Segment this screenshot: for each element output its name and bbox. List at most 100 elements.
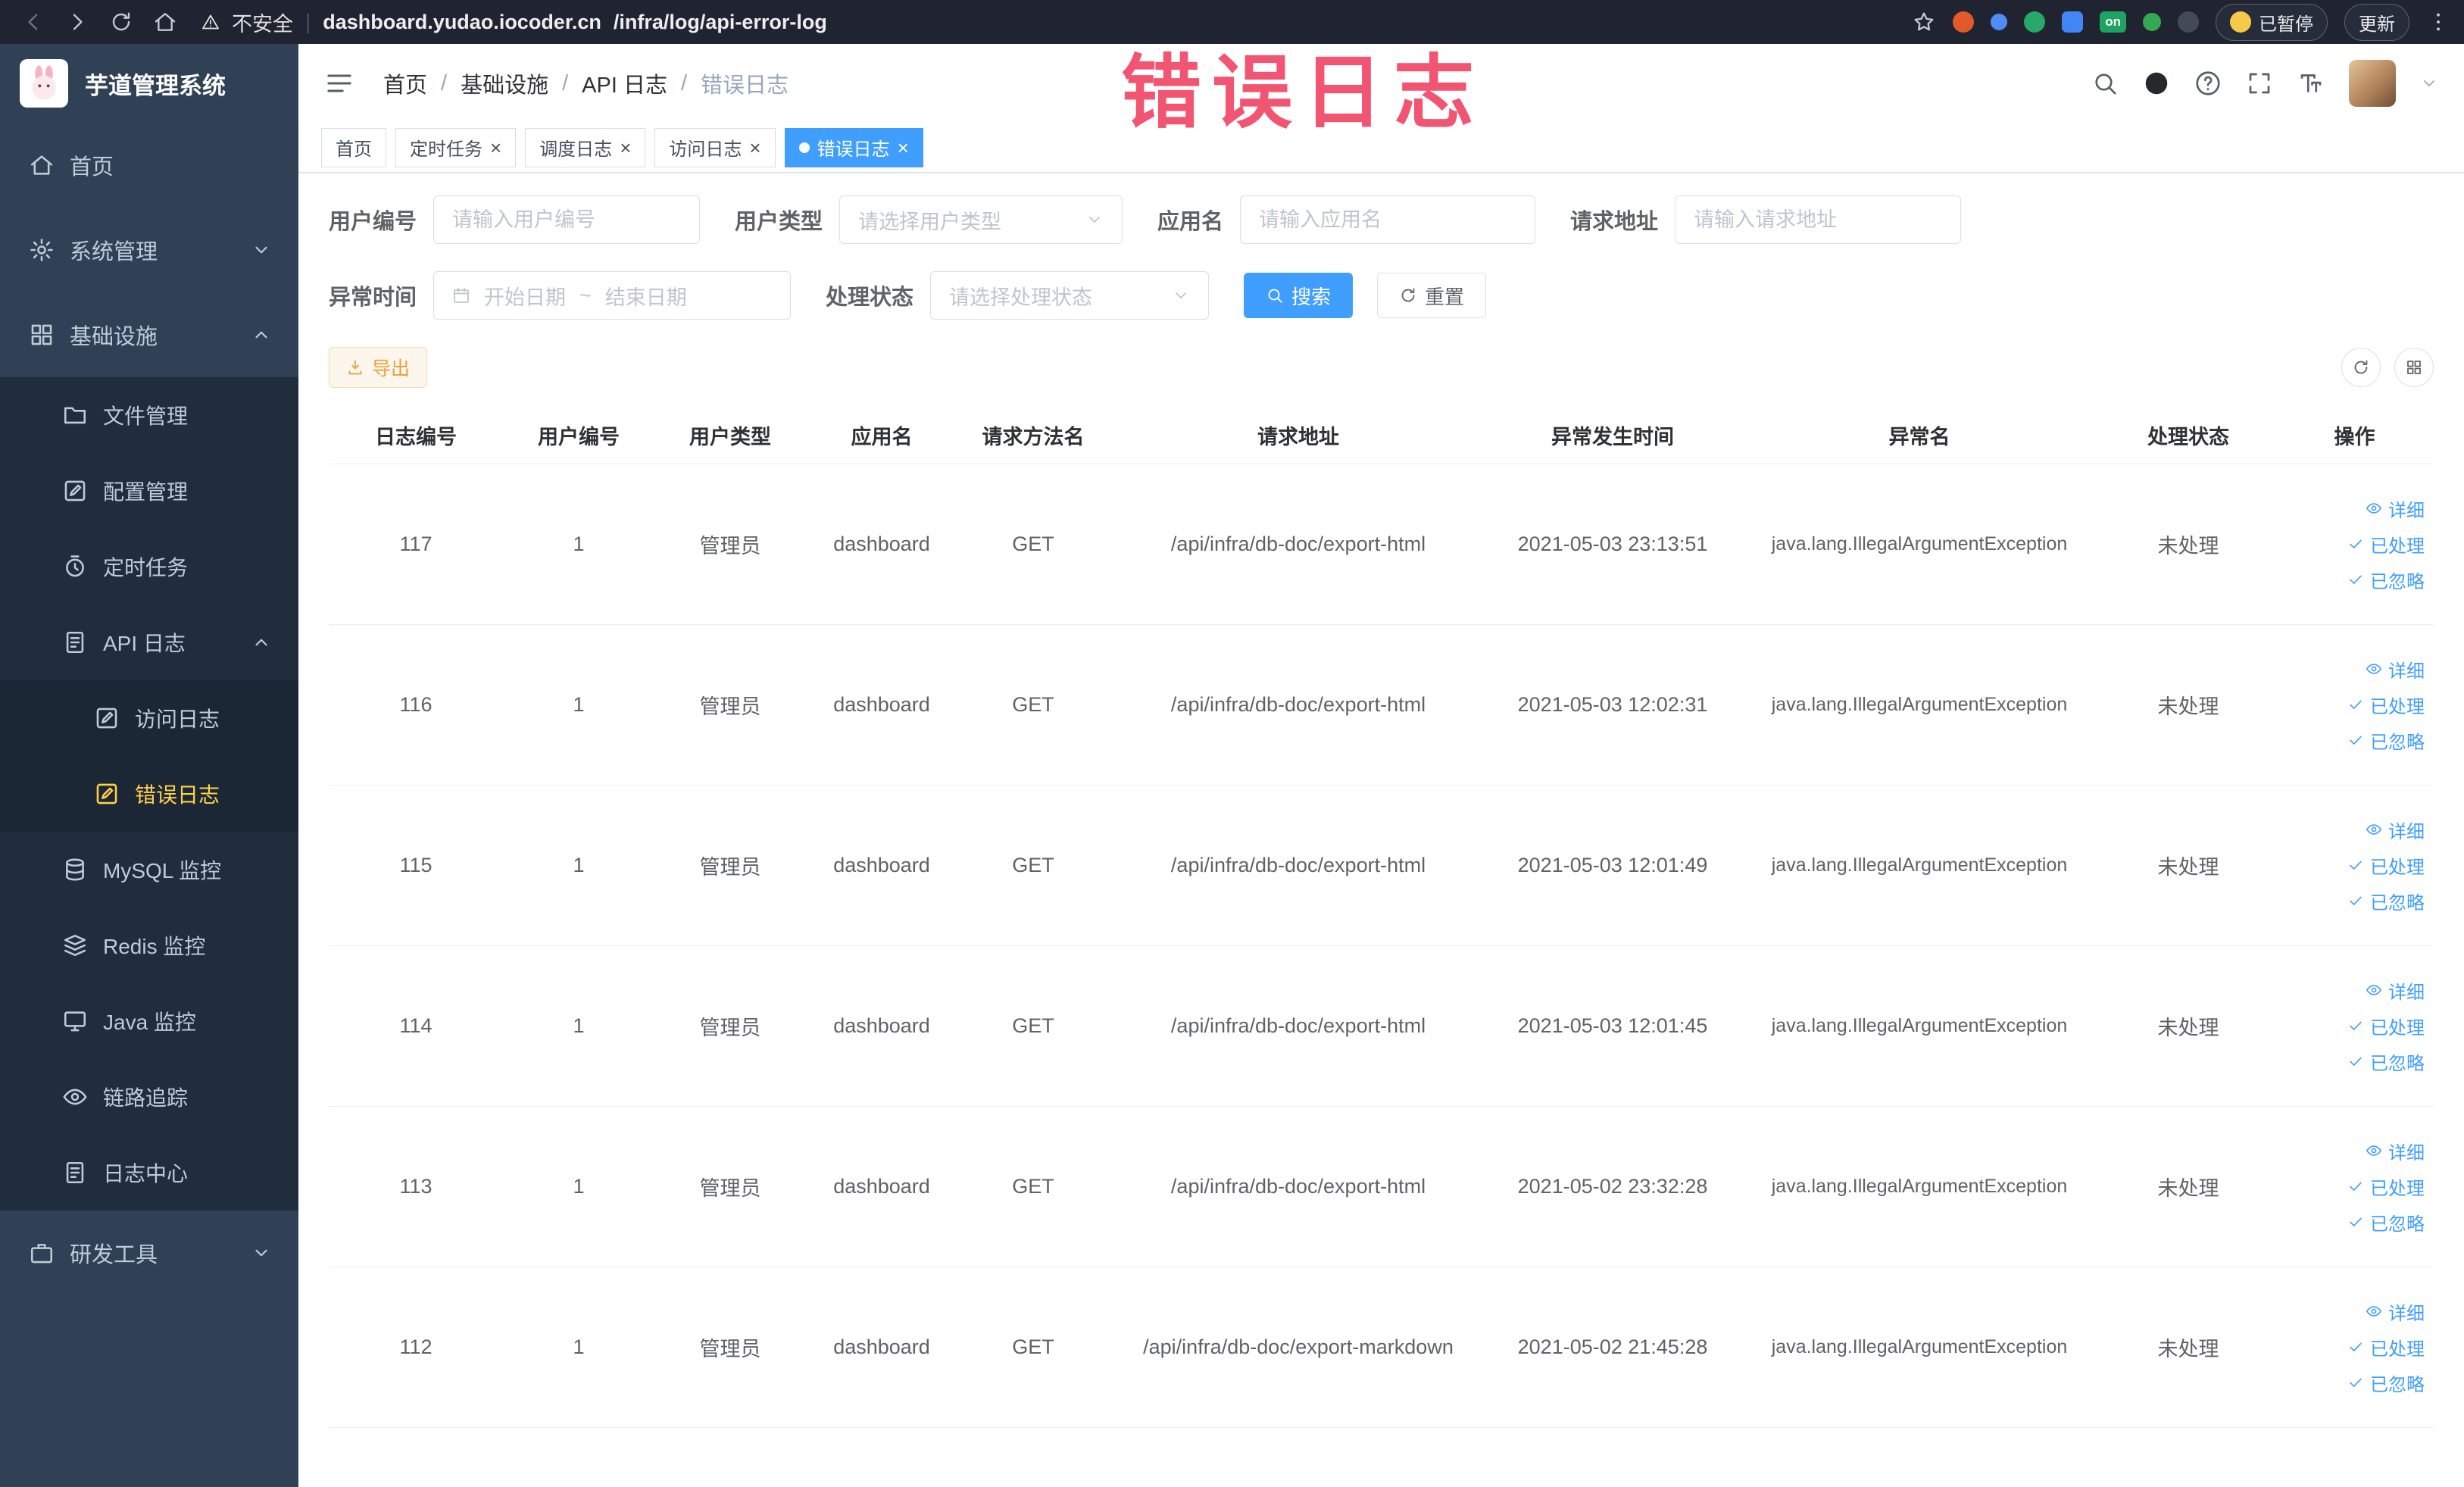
export-label: 导出 xyxy=(372,358,411,380)
help-icon[interactable] xyxy=(2194,70,2222,97)
action-ignored[interactable]: 已忽略 xyxy=(2347,727,2425,754)
start-date-placeholder: 开始日期 xyxy=(484,286,567,309)
edit-icon xyxy=(62,478,88,504)
action-processed[interactable]: 已处理 xyxy=(2347,692,2425,718)
sidebar-item-label: 研发工具 xyxy=(70,1243,158,1267)
extension-icon[interactable] xyxy=(2143,13,2161,31)
edit-icon xyxy=(94,705,120,731)
sidebar-item-trace[interactable]: 链路追踪 xyxy=(0,1059,298,1135)
column-header: 请求方法名 xyxy=(957,408,1109,464)
browser-back-button[interactable] xyxy=(14,5,53,39)
sidebar-item-java[interactable]: Java 监控 xyxy=(0,983,298,1059)
bookmark-star-icon[interactable] xyxy=(1912,10,1936,34)
tab-error-log[interactable]: 错误日志 × xyxy=(784,127,923,167)
sidebar-item-infra[interactable]: 基础设施 xyxy=(0,292,298,377)
tab-close-icon[interactable]: × xyxy=(620,138,631,158)
export-button[interactable]: 导出 xyxy=(329,347,428,388)
action-processed[interactable]: 已处理 xyxy=(2347,531,2425,558)
tab-schedule-log[interactable]: 调度日志 × xyxy=(525,127,646,167)
sidebar-item-api-log[interactable]: API 日志 xyxy=(0,604,298,680)
address-bar[interactable]: 不安全 | dashboard.yudao.iocoder.cn/infra/l… xyxy=(201,8,827,37)
action-ignored[interactable]: 已忽略 xyxy=(2347,1209,2425,1236)
font-size-icon[interactable] xyxy=(2297,70,2325,97)
action-processed[interactable]: 已处理 xyxy=(2347,852,2425,879)
browser-reload-button[interactable] xyxy=(101,5,141,39)
breadcrumb-item[interactable]: 基础设施 xyxy=(461,67,548,99)
refresh-icon xyxy=(1399,286,1417,305)
tab-access-log[interactable]: 访问日志 × xyxy=(654,127,776,167)
extension-on-badge[interactable]: on xyxy=(2100,11,2126,33)
extension-icon[interactable] xyxy=(1991,14,2008,30)
github-icon[interactable] xyxy=(2143,70,2170,97)
sidebar-item-devtools[interactable]: 研发工具 xyxy=(0,1211,298,1295)
hamburger-icon[interactable] xyxy=(324,68,354,98)
sidebar-item-redis[interactable]: Redis 监控 xyxy=(0,908,298,983)
extension-icon[interactable] xyxy=(1953,11,1975,33)
process-status-select[interactable]: 请选择处理状态 xyxy=(930,271,1210,320)
sidebar-item-label: 基础设施 xyxy=(70,325,158,349)
tab-home[interactable]: 首页 xyxy=(321,127,386,167)
reset-button[interactable]: 重置 xyxy=(1377,273,1487,318)
browser-forward-button[interactable] xyxy=(58,5,97,39)
tab-close-icon[interactable]: × xyxy=(898,138,909,158)
browser-home-button[interactable] xyxy=(145,5,185,39)
search-icon[interactable] xyxy=(2091,70,2119,97)
column-header: 请求地址 xyxy=(1109,408,1488,464)
sidebar-item-config[interactable]: 配置管理 xyxy=(0,453,298,529)
column-settings-button[interactable] xyxy=(2394,348,2434,387)
sidebar-item-label: API 日志 xyxy=(103,632,186,655)
action-ignored[interactable]: 已忽略 xyxy=(2347,567,2425,593)
action-detail[interactable]: 详细 xyxy=(2366,495,2425,522)
action-detail[interactable]: 详细 xyxy=(2366,656,2425,683)
action-detail[interactable]: 详细 xyxy=(2366,817,2425,843)
breadcrumb-item: 错误日志 xyxy=(701,73,789,98)
extension-icon[interactable] xyxy=(2178,11,2199,33)
action-detail[interactable]: 详细 xyxy=(2366,1298,2425,1325)
caret-down-icon[interactable] xyxy=(2420,74,2438,92)
sidebar-item-error-log[interactable]: 错误日志 xyxy=(0,756,298,832)
sidebar-item-system[interactable]: 系统管理 xyxy=(0,208,298,292)
breadcrumb-item[interactable]: API 日志 xyxy=(582,67,667,99)
sidebar-item-file[interactable]: 文件管理 xyxy=(0,377,298,453)
sidebar-item-job[interactable]: 定时任务 xyxy=(0,529,298,604)
sidebar-item-access-log[interactable]: 访问日志 xyxy=(0,680,298,756)
sidebar-item-log-center[interactable]: 日志中心 xyxy=(0,1135,298,1211)
browser-menu-icon[interactable] xyxy=(2426,10,2450,34)
app-name-input[interactable] xyxy=(1240,195,1536,244)
logo-row[interactable]: 芋道管理系统 xyxy=(0,44,298,123)
user-id-input[interactable] xyxy=(433,195,701,244)
doc-icon xyxy=(62,1160,88,1186)
sidebar-item-home[interactable]: 首页 xyxy=(0,123,298,208)
gear-icon xyxy=(29,237,55,263)
paused-chip[interactable]: 已暂停 xyxy=(2216,3,2328,41)
action-detail[interactable]: 详细 xyxy=(2366,977,2425,1004)
date-range-picker[interactable]: 开始日期 ~ 结束日期 xyxy=(433,271,792,320)
update-chip[interactable]: 更新 xyxy=(2344,3,2409,41)
tab-scheduled-jobs[interactable]: 定时任务 × xyxy=(395,127,517,167)
action-processed[interactable]: 已处理 xyxy=(2347,1013,2425,1039)
avatar[interactable] xyxy=(2349,60,2396,107)
request-url-input[interactable] xyxy=(1675,195,1962,244)
extension-icon[interactable] xyxy=(2024,11,2046,33)
cell-exception: java.lang.IllegalArgumentException xyxy=(1738,1106,2101,1267)
column-header: 日志编号 xyxy=(329,408,503,464)
action-processed[interactable]: 已处理 xyxy=(2347,1173,2425,1200)
user-type-select[interactable]: 请选择用户类型 xyxy=(839,195,1123,244)
refresh-table-button[interactable] xyxy=(2341,348,2381,387)
column-header: 用户类型 xyxy=(654,408,806,464)
breadcrumb-separator: / xyxy=(441,70,448,95)
tab-close-icon[interactable]: × xyxy=(490,138,501,158)
tab-close-icon[interactable]: × xyxy=(749,138,760,158)
action-detail[interactable]: 详细 xyxy=(2366,1138,2425,1164)
fullscreen-icon[interactable] xyxy=(2246,70,2273,97)
action-ignored[interactable]: 已忽略 xyxy=(2347,1370,2425,1396)
cell-exception: java.lang.IllegalArgumentException xyxy=(1738,624,2101,786)
action-processed[interactable]: 已处理 xyxy=(2347,1334,2425,1360)
extension-icon[interactable] xyxy=(2062,11,2084,33)
action-ignored[interactable]: 已忽略 xyxy=(2347,1048,2425,1075)
action-ignored[interactable]: 已忽略 xyxy=(2347,888,2425,914)
sidebar-item-mysql[interactable]: MySQL 监控 xyxy=(0,832,298,908)
search-button[interactable]: 搜索 xyxy=(1244,273,1354,318)
filter-label: 请求地址 xyxy=(1570,210,1659,234)
breadcrumb-item[interactable]: 首页 xyxy=(383,67,427,99)
